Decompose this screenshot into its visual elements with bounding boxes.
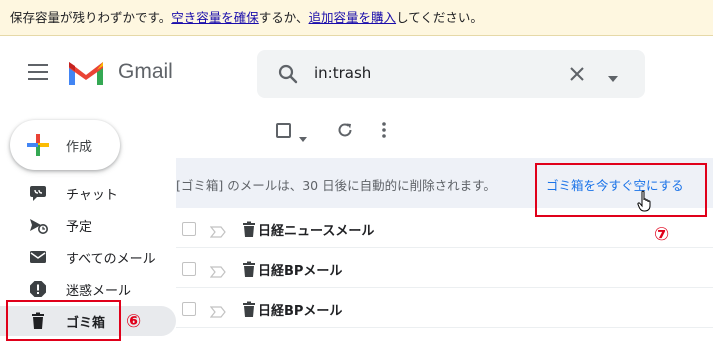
trash-icon — [242, 301, 256, 317]
row-checkbox[interactable] — [182, 262, 196, 276]
hand-cursor-icon — [637, 190, 655, 212]
main-menu-icon[interactable] — [28, 64, 48, 80]
search-icon[interactable] — [277, 63, 299, 85]
importance-marker-icon[interactable] — [209, 223, 226, 238]
mail-icon — [28, 247, 48, 267]
compose-button[interactable]: 作成 — [10, 120, 120, 170]
search-options-icon[interactable] — [607, 69, 619, 82]
select-all-checkbox[interactable] — [276, 123, 291, 138]
email-row[interactable]: 日経BPメール — [176, 290, 713, 328]
annotation-box-7 — [535, 163, 707, 217]
sidebar-item-label: すべてのメール — [66, 252, 156, 267]
importance-marker-icon[interactable] — [209, 303, 226, 318]
more-options-icon[interactable] — [381, 121, 387, 139]
search-bar[interactable]: in:trash — [257, 50, 645, 98]
sidebar-item-label: 予定 — [66, 220, 93, 235]
trash-info-text: [ゴミ箱] のメールは、30 日後に自動的に削除されます。 — [176, 178, 496, 193]
free-space-link[interactable]: 空き容量を確保 — [171, 10, 259, 25]
row-checkbox[interactable] — [182, 222, 196, 236]
email-row[interactable]: 日経BPメール — [176, 250, 713, 288]
trash-icon — [242, 261, 256, 277]
gmail-logo-icon[interactable] — [66, 58, 106, 88]
warning-suffix: してください。 — [396, 10, 483, 25]
row-checkbox[interactable] — [182, 302, 196, 316]
search-input[interactable]: in:trash — [314, 64, 371, 82]
annotation-label-6: ⑥ — [126, 311, 142, 332]
chat-icon — [28, 183, 48, 203]
email-sender: 日経BPメール — [258, 264, 343, 279]
compose-label: 作成 — [66, 140, 93, 155]
clear-search-icon[interactable] — [567, 64, 587, 84]
warning-middle: するか、 — [258, 10, 309, 25]
scheduled-icon — [28, 215, 48, 235]
storage-warning-bar: 保存容量が残りわずかです。空き容量を確保するか、追加容量を購入してください。 — [0, 0, 713, 36]
importance-marker-icon[interactable] — [209, 263, 226, 278]
email-row[interactable]: 日経ニュースメール — [176, 210, 713, 248]
sidebar-item-label: チャット — [66, 188, 118, 203]
email-sender: 日経ニュースメール — [258, 224, 375, 239]
sidebar-item-scheduled[interactable]: 予定 — [0, 210, 176, 240]
sidebar-item-chat[interactable]: チャット — [0, 178, 176, 208]
buy-storage-link[interactable]: 追加容量を購入 — [309, 10, 397, 25]
sidebar-item-label: 迷惑メール — [66, 284, 132, 299]
warning-prefix: 保存容量が残りわずかです。 — [10, 10, 172, 25]
annotation-box-6 — [6, 300, 121, 341]
sidebar-item-all-mail[interactable]: すべてのメール — [0, 242, 176, 272]
refresh-icon[interactable] — [336, 121, 354, 139]
select-options-icon[interactable] — [299, 128, 307, 142]
email-sender: 日経BPメール — [258, 304, 343, 319]
spam-icon — [28, 279, 48, 299]
gmail-wordmark: Gmail — [118, 60, 173, 83]
plus-icon — [26, 133, 50, 157]
trash-icon — [242, 221, 256, 237]
